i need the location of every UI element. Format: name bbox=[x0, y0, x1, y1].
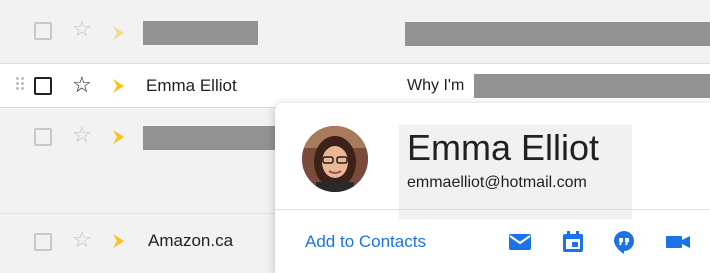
star-icon[interactable]: ☆ bbox=[72, 124, 92, 146]
important-marker-icon[interactable] bbox=[113, 79, 124, 93]
star-icon[interactable]: ☆ bbox=[72, 229, 92, 251]
video-icon[interactable] bbox=[665, 229, 691, 255]
sender-name: Amazon.ca bbox=[148, 231, 234, 250]
divider bbox=[275, 209, 710, 210]
email-row[interactable]: ☆ Emma Elliot Why I'm bbox=[0, 64, 710, 107]
star-icon[interactable]: ☆ bbox=[72, 18, 92, 40]
important-marker-icon[interactable] bbox=[113, 26, 124, 40]
important-marker-icon[interactable] bbox=[113, 130, 124, 144]
drag-handle[interactable] bbox=[16, 77, 24, 91]
mail-icon[interactable] bbox=[507, 229, 533, 255]
select-checkbox[interactable] bbox=[34, 128, 52, 146]
important-marker-icon[interactable] bbox=[113, 234, 124, 248]
contact-hover-card: Emma Elliot emmaelliot@hotmail.com Add t… bbox=[275, 103, 710, 273]
avatar bbox=[302, 126, 368, 192]
subject-text: Why I'm bbox=[407, 77, 465, 94]
select-checkbox[interactable] bbox=[34, 22, 52, 40]
add-to-contacts-link[interactable]: Add to Contacts bbox=[305, 232, 426, 252]
redacted-subject bbox=[405, 22, 710, 46]
contact-name: Emma Elliot bbox=[407, 127, 600, 168]
select-checkbox[interactable] bbox=[34, 233, 52, 251]
sender-name: Emma Elliot bbox=[146, 76, 237, 95]
redacted-sender bbox=[143, 126, 275, 150]
chat-icon[interactable] bbox=[611, 229, 637, 255]
select-checkbox[interactable] bbox=[34, 77, 52, 95]
email-row[interactable]: ☆ bbox=[0, 0, 710, 64]
contact-email: emmaelliot@hotmail.com bbox=[407, 174, 587, 191]
redacted-sender bbox=[143, 21, 258, 45]
calendar-icon[interactable] bbox=[560, 229, 586, 255]
star-icon[interactable]: ☆ bbox=[72, 74, 92, 96]
contact-name-block: Emma Elliot emmaelliot@hotmail.com bbox=[399, 125, 632, 219]
redacted-subject bbox=[474, 74, 710, 98]
